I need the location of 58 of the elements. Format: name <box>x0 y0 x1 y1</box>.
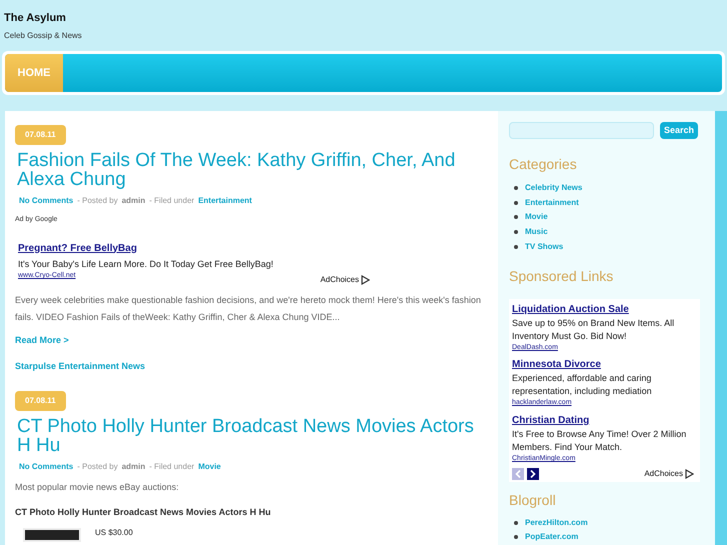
post-excerpt: Most popular movie news eBay auctions: <box>15 481 180 494</box>
section-heading: Blogroll <box>509 491 557 510</box>
posted-by-label: - Posted by <box>77 195 118 207</box>
bullet-icon <box>514 230 518 234</box>
comments-link[interactable]: No Comments <box>19 195 74 207</box>
bullet-icon <box>514 244 518 249</box>
search-button[interactable]: Search <box>660 122 698 139</box>
ad-text: It's Your Baby's Life Learn More. Do It Today Get Free BellyBag! <box>18 258 274 271</box>
category-link[interactable]: Entertainment <box>525 196 579 209</box>
category-link[interactable]: Movie <box>525 211 548 224</box>
posted-by-label: - Posted by <box>77 461 118 473</box>
ad-title[interactable]: Pregnant? Free BellyBag <box>18 240 486 256</box>
ad-text: Experienced, affordable and caring representation, including mediation <box>512 372 653 398</box>
post-excerpt: Every week celebrities make questionable fashion decisions, and we're hereto mock them! Here's this week's fashion fails. VIDEO Fashion Fails of theWeek: Kathy Griffin, Cher & Alexa Chung VIDE... <box>15 294 482 324</box>
ad-text: It's Free to Browse Any Time! Over 2 Million Members. Find Your Match. <box>512 428 688 454</box>
item-heading: CT Photo Holly Hunter Broadcast News Movies Actors H Hu <box>15 506 272 519</box>
ad-title[interactable]: Liquidation Auction Sale <box>512 302 697 316</box>
ad-text: Save up to 95% on Brand New Items. All Inventory Must Go. Bid Now! <box>512 316 676 343</box>
site-title[interactable]: The Asylum <box>4 12 723 26</box>
date-badge: 07.08.11 <box>15 125 66 145</box>
post-title[interactable]: Fashion Fails Of The Week: Kathy Griffin, Cher, And Alexa Chung <box>17 151 486 189</box>
bullet-icon <box>514 186 518 190</box>
source-link[interactable]: Starpulse Entertainment News <box>15 360 486 373</box>
adchoices-label[interactable]: AdChoices <box>320 274 359 286</box>
category-link[interactable]: Music <box>525 226 548 238</box>
bullet-icon <box>514 535 518 540</box>
bullet-icon <box>514 520 518 525</box>
category-link[interactable]: Movie <box>198 461 221 473</box>
bullet-icon <box>514 200 518 205</box>
bullet-icon <box>514 215 518 220</box>
category-link[interactable]: Entertainment <box>198 195 252 207</box>
adchoices-label[interactable]: AdChoices <box>644 468 683 480</box>
adchoices-icon <box>685 469 694 480</box>
item-price: US $30.00 <box>95 528 133 538</box>
read-more-link[interactable]: Read More > <box>15 334 486 348</box>
search-field[interactable] <box>509 122 654 139</box>
adchoices-icon <box>361 275 370 285</box>
category-link[interactable]: Celebrity News <box>525 182 582 194</box>
author-name: admin <box>122 461 146 473</box>
nav-tab[interactable]: HOME <box>5 54 63 92</box>
site-tagline: Celeb Gossip & News <box>4 30 83 42</box>
ad-title[interactable]: Minnesota Divorce <box>512 358 697 372</box>
chevron-left-icon <box>515 470 521 478</box>
blogroll-link[interactable]: PopEater.com <box>525 531 578 544</box>
post-title[interactable]: CT Photo Holly Hunter Broadcast News Movies Actors H Hu <box>17 417 486 455</box>
comments-link[interactable]: No Comments <box>19 461 74 473</box>
blogroll-link[interactable]: PerezHilton.com <box>525 516 588 529</box>
author-name: admin <box>122 195 146 207</box>
chevron-right-icon <box>530 470 536 478</box>
next-button[interactable] <box>527 468 539 480</box>
section-heading: Categories <box>509 155 578 174</box>
filed-under-label: - Filed under <box>149 195 194 207</box>
date-badge: 07.08.11 <box>15 391 66 411</box>
filed-under-label: - Filed under <box>149 461 194 473</box>
photo-placeholder <box>23 528 81 542</box>
category-link[interactable]: TV Shows <box>525 240 564 253</box>
section-heading: Sponsored Links <box>509 266 614 286</box>
ad-title[interactable]: Christian Dating <box>512 414 697 427</box>
